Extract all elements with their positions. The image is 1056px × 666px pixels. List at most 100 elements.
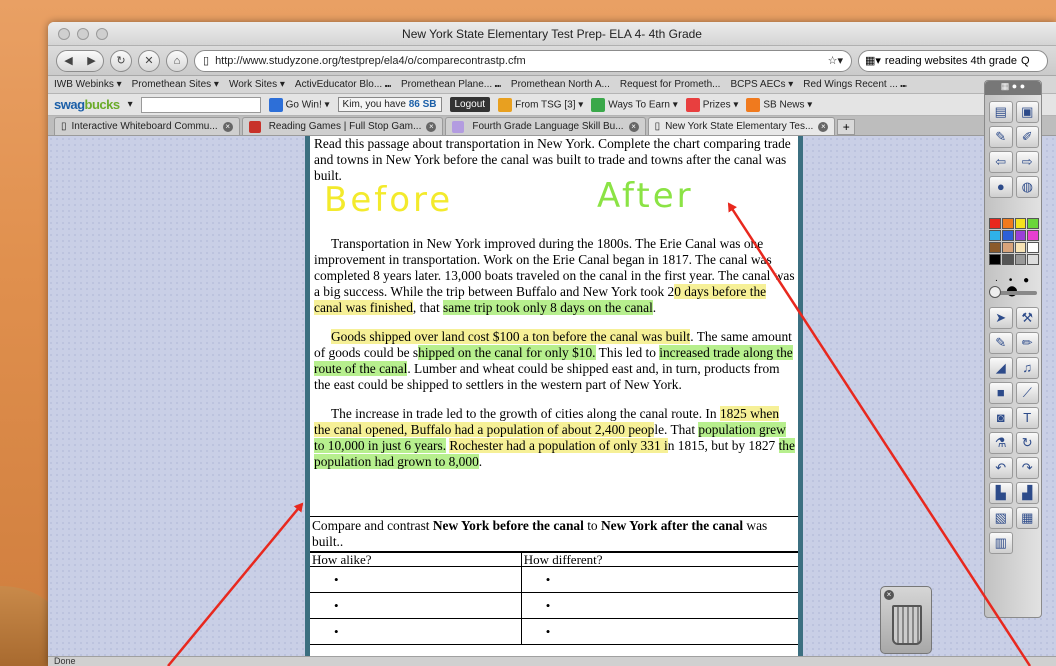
- color-swatch-tan[interactable]: [1001, 242, 1014, 253]
- close-tab-icon[interactable]: ×: [628, 121, 639, 132]
- tab-reading-games[interactable]: Reading Games | Full Stop Gam... ×: [241, 117, 444, 135]
- color-swatch-darkgray[interactable]: [1001, 254, 1014, 265]
- eraser-icon[interactable]: ◢: [989, 357, 1013, 379]
- bookmark-iwb-webinks[interactable]: IWB Webinks ▾: [54, 79, 122, 90]
- close-tab-icon[interactable]: ×: [222, 121, 233, 132]
- clapper-icon[interactable]: ▧: [989, 507, 1013, 529]
- different-cell[interactable]: •: [520, 618, 798, 645]
- shape-icon[interactable]: ■: [989, 382, 1013, 404]
- tab-new-york-state[interactable]: ▯ New York State Elementary Tes... ×: [647, 117, 836, 135]
- alike-cell[interactable]: •: [310, 592, 522, 619]
- close-tab-icon[interactable]: ×: [818, 121, 829, 132]
- annotate-desktop-icon[interactable]: ✐: [1015, 126, 1039, 148]
- back-icon[interactable]: ◀: [64, 54, 72, 67]
- swagbucks-logo[interactable]: swagbucks: [54, 97, 120, 112]
- select-icon[interactable]: ➤: [989, 307, 1013, 329]
- color-swatch-lightgray[interactable]: [1027, 254, 1039, 265]
- text-icon[interactable]: T: [1015, 407, 1039, 429]
- color-swatch-green[interactable]: [1027, 218, 1039, 229]
- alike-cell[interactable]: •: [310, 618, 522, 645]
- color-swatch-cyan[interactable]: [989, 230, 1001, 241]
- tab-interactive-whiteboard[interactable]: ▯ Interactive Whiteboard Commu... ×: [54, 117, 240, 135]
- close-tab-icon[interactable]: ×: [426, 121, 437, 132]
- bookmark-red-wings[interactable]: Red Wings Recent ... ⑉: [803, 79, 906, 90]
- color-swatch-purple[interactable]: [1014, 230, 1027, 241]
- highlighter-icon[interactable]: ✏: [1015, 332, 1039, 354]
- different-cell[interactable]: •: [520, 566, 798, 593]
- toolbox-header[interactable]: ▦ ● ●: [985, 81, 1041, 95]
- color-swatch-brown[interactable]: [989, 242, 1001, 253]
- flask-icon[interactable]: ⚗: [989, 432, 1013, 454]
- different-cell[interactable]: •: [520, 592, 798, 619]
- color-swatch-red[interactable]: [989, 218, 1001, 229]
- search-icon[interactable]: Q: [1021, 55, 1030, 67]
- color-swatch-gray[interactable]: [1014, 254, 1027, 265]
- bookmark-request-promethean[interactable]: Request for Prometh...: [620, 79, 721, 90]
- color-swatch-black[interactable]: [989, 254, 1001, 265]
- close-icon[interactable]: ×: [884, 590, 894, 600]
- pen-mode-icon[interactable]: ✎: [989, 126, 1013, 148]
- navigation-bar: ◀ ▶ ↻ ✕ ⌂ ▯ http://www.studyzone.org/tes…: [48, 46, 1056, 76]
- logout-button[interactable]: Logout: [449, 97, 491, 112]
- prizes-button[interactable]: Prizes ▾: [685, 97, 738, 112]
- forward-icon[interactable]: ⇨: [1015, 151, 1039, 173]
- paragraph-transportation: Transportation in New York improved duri…: [314, 236, 795, 315]
- search-field[interactable]: ▦▾ reading websites 4th grade Q: [858, 49, 1048, 72]
- color-swatch-cream[interactable]: [1014, 242, 1027, 253]
- address-bar[interactable]: ▯ http://www.studyzone.org/testprep/ela4…: [194, 49, 852, 72]
- sb-news-button[interactable]: SB News ▾: [746, 97, 812, 112]
- color-swatches: [989, 218, 1039, 265]
- color-swatch-yellow[interactable]: [1014, 218, 1027, 229]
- color-swatch-white[interactable]: [1027, 242, 1039, 253]
- logo-dropdown-icon[interactable]: ▾: [128, 99, 133, 110]
- back-icon[interactable]: ⇦: [989, 151, 1013, 173]
- tools-icon[interactable]: ⚒: [1015, 307, 1039, 329]
- refresh-icon[interactable]: ↻: [1015, 432, 1039, 454]
- tab-fourth-grade-language[interactable]: Fourth Grade Language Skill Bu... ×: [445, 117, 646, 135]
- bookmark-promethean-planet[interactable]: Promethean Plane... ⑉: [401, 79, 501, 90]
- redo-icon[interactable]: ↷: [1015, 457, 1039, 479]
- color-swatch-magenta[interactable]: [1027, 230, 1039, 241]
- back-forward-buttons[interactable]: ◀ ▶: [56, 49, 104, 72]
- bookmark-work-sites[interactable]: Work Sites ▾: [229, 79, 285, 90]
- go-win-button[interactable]: Go Win! ▾: [268, 97, 330, 112]
- connector-icon[interactable]: ⟋: [1015, 382, 1039, 404]
- chart-icon[interactable]: ▙: [989, 482, 1013, 504]
- trash-bin-widget[interactable]: ×: [880, 586, 932, 654]
- record-icon[interactable]: ●: [989, 176, 1013, 198]
- undo-icon[interactable]: ↶: [989, 457, 1013, 479]
- stop-button[interactable]: ✕: [138, 49, 160, 72]
- toolbox-main-tools: ➤ ⚒ ✎ ✏ ◢ ♫ ■ ⟋ ◙ T ⚗ ↻ ↶ ↷ ▙ ▟ ▧ ▦ ▥: [989, 307, 1039, 554]
- bookmark-star-icon[interactable]: ☆▾: [828, 54, 843, 67]
- color-swatch-blue[interactable]: [1001, 230, 1014, 241]
- from-tsg-button[interactable]: From TSG [3] ▾: [498, 97, 583, 112]
- globe-icon[interactable]: ◍: [1015, 176, 1039, 198]
- bookmark-activeducator[interactable]: ActivEducator Blo... ⑉: [295, 79, 391, 90]
- document-icon[interactable]: ▥: [989, 532, 1013, 554]
- home-button[interactable]: ⌂: [166, 49, 188, 72]
- reload-button[interactable]: ↻: [110, 49, 132, 72]
- search-engine-icon[interactable]: ▦▾: [865, 54, 881, 67]
- bell-icon[interactable]: ♫: [1015, 357, 1039, 379]
- slider-handle[interactable]: [989, 286, 1001, 298]
- swagbucks-search-input[interactable]: [140, 96, 261, 113]
- new-tab-button[interactable]: +: [837, 119, 856, 135]
- pen-width-slider[interactable]: [989, 286, 1037, 298]
- spreadsheet-icon[interactable]: ▦: [1015, 507, 1039, 529]
- camera-icon[interactable]: ◙: [989, 407, 1013, 429]
- search-text[interactable]: reading websites 4th grade: [885, 55, 1017, 67]
- bookmark-promethean-sites[interactable]: Promethean Sites ▾: [132, 79, 219, 90]
- color-swatch-orange[interactable]: [1001, 218, 1014, 229]
- ways-to-earn-button[interactable]: Ways To Earn ▾: [591, 97, 678, 112]
- highlight-before: Rochester had a population of only 331 i: [449, 438, 668, 453]
- pen-icon[interactable]: ✎: [989, 332, 1013, 354]
- page-icon[interactable]: ▤: [989, 101, 1013, 123]
- alike-cell[interactable]: •: [310, 566, 522, 593]
- chart-bar-icon[interactable]: ▟: [1015, 482, 1039, 504]
- bookmark-promethean-north[interactable]: Promethean North A...: [511, 79, 610, 90]
- url-text[interactable]: http://www.studyzone.org/testprep/ela4/o…: [215, 55, 822, 67]
- compare-question: Compare and contrast New York before the…: [310, 517, 798, 552]
- forward-icon[interactable]: ▶: [87, 54, 95, 67]
- bookmark-bcps-aecs[interactable]: BCPS AECs ▾: [730, 79, 793, 90]
- presentation-icon[interactable]: ▣: [1015, 101, 1039, 123]
